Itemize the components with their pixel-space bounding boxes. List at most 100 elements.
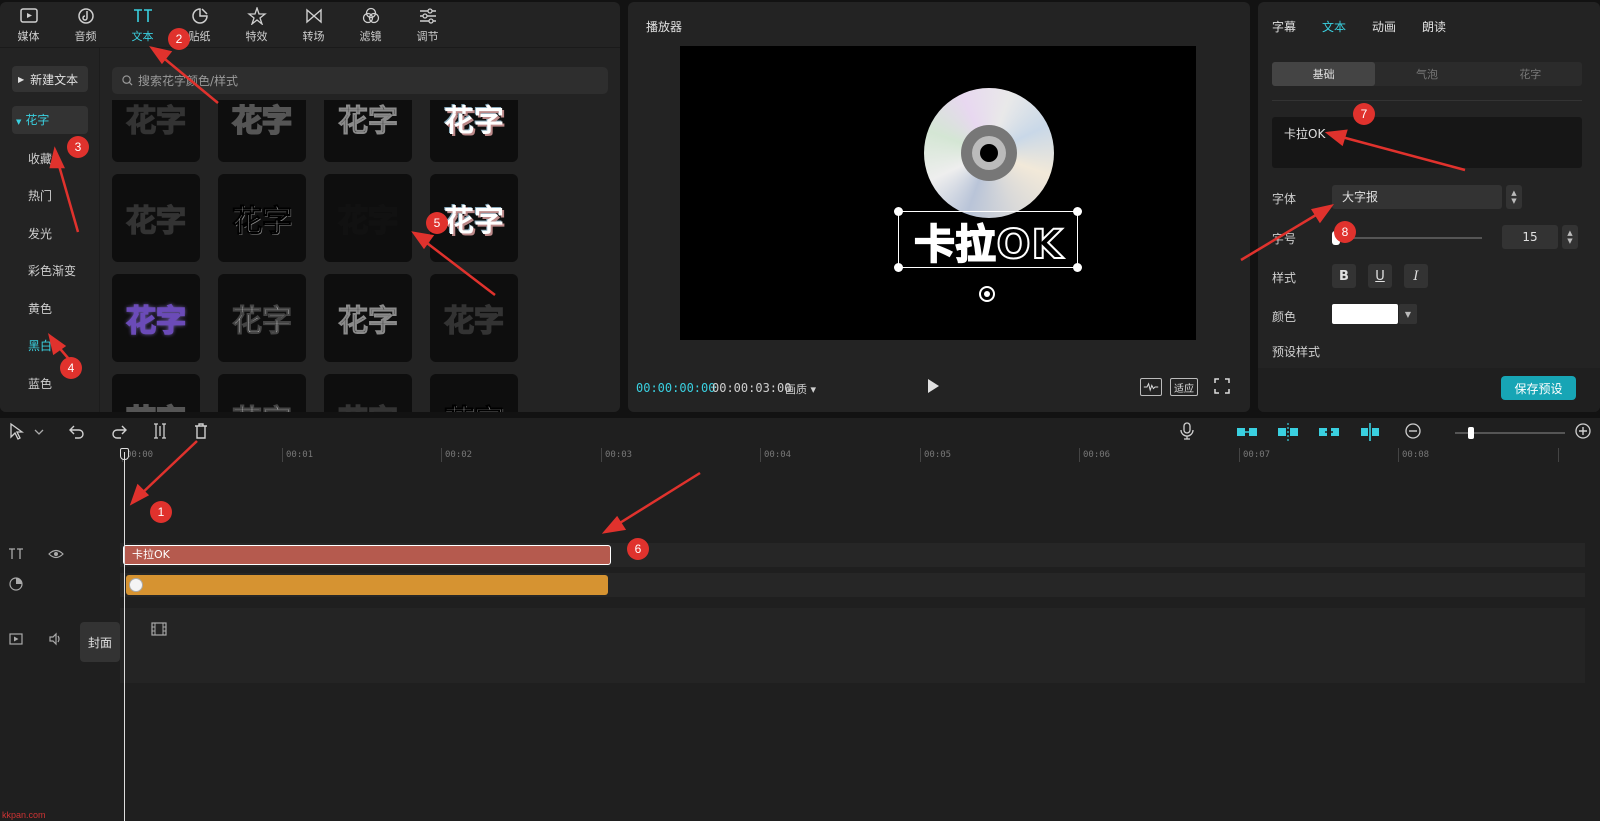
adjust-icon: [419, 7, 436, 24]
category-yellow[interactable]: 黄色: [12, 294, 88, 332]
waveform-icon[interactable]: [1140, 378, 1162, 396]
size-input[interactable]: 15: [1502, 225, 1558, 249]
delete-icon[interactable]: [192, 422, 210, 440]
redo-icon[interactable]: [110, 422, 128, 440]
size-label: 字号: [1272, 232, 1297, 246]
subtab-bubble[interactable]: 气泡: [1375, 62, 1478, 86]
category-huazi[interactable]: ▼ 花字: [12, 106, 88, 134]
filter-icon: [362, 7, 379, 23]
fullscreen-icon[interactable]: [1214, 378, 1230, 394]
film-strip-icon[interactable]: [151, 622, 167, 636]
quality-dropdown[interactable]: 画质 ▾: [785, 381, 816, 397]
tab-effects[interactable]: 特效: [228, 2, 285, 48]
style-thumb[interactable]: 花字: [218, 374, 306, 412]
style-thumb-selected[interactable]: 花字: [324, 174, 412, 262]
style-thumb[interactable]: 花字: [430, 274, 518, 362]
undo-icon[interactable]: [68, 422, 86, 440]
bold-button[interactable]: B: [1332, 264, 1356, 288]
category-popular[interactable]: 热门: [12, 181, 88, 219]
style-thumb[interactable]: 花字: [218, 100, 306, 162]
microphone-icon[interactable]: [1178, 422, 1196, 440]
annotation-badge: 1: [150, 501, 172, 523]
play-icon[interactable]: [926, 378, 940, 394]
audio-icon: [77, 7, 94, 24]
style-thumb[interactable]: 花字: [324, 274, 412, 362]
search-input[interactable]: 搜索花字颜色/样式: [112, 67, 608, 94]
style-thumb[interactable]: 花字: [218, 274, 306, 362]
text-selection-box[interactable]: 卡拉OK: [894, 207, 1082, 272]
annotation-badge: 5: [426, 212, 448, 234]
style-thumb[interactable]: 花字: [112, 100, 200, 162]
eye-icon[interactable]: [48, 547, 64, 561]
text-clip[interactable]: 卡拉OK: [123, 545, 611, 565]
video-track-icon: [9, 632, 23, 646]
style-thumb[interactable]: 花字: [112, 274, 200, 362]
chevron-down-icon[interactable]: [30, 422, 44, 440]
annotation-badge: 8: [1334, 221, 1356, 243]
resize-handle[interactable]: [1073, 207, 1082, 216]
tab-text[interactable]: 文本: [114, 2, 171, 48]
effect-clip[interactable]: [126, 575, 608, 595]
resize-handle[interactable]: [894, 207, 903, 216]
zoom-in-icon[interactable]: [1574, 422, 1592, 440]
style-thumb[interactable]: 花字: [112, 174, 200, 262]
tab-adjust[interactable]: 调节: [399, 2, 456, 48]
timeline-panel: 00:00 00:01 00:02 00:03 00:04 00:05 00:0…: [0, 418, 1600, 821]
tab-animation[interactable]: 动画: [1372, 18, 1396, 35]
style-label: 样式: [1272, 271, 1297, 285]
main-track-magnet-icon[interactable]: [1236, 422, 1258, 442]
subtab-huazi[interactable]: 花字: [1479, 62, 1582, 86]
video-canvas[interactable]: 卡拉OK: [680, 46, 1196, 340]
new-text-button[interactable]: ▶ 新建文本: [12, 66, 88, 92]
split-icon[interactable]: [151, 422, 169, 440]
font-stepper[interactable]: ▲ ▼: [1506, 185, 1522, 209]
sticker-icon: [191, 7, 208, 24]
tab-text-props[interactable]: 文本: [1322, 18, 1346, 35]
cover-button[interactable]: 封面: [80, 622, 120, 662]
style-thumb[interactable]: 花字: [324, 100, 412, 162]
auto-snap-icon[interactable]: [1277, 422, 1299, 442]
zoom-out-icon[interactable]: [1404, 422, 1422, 440]
underline-button[interactable]: U: [1368, 264, 1392, 288]
category-gradient[interactable]: 彩色渐变: [12, 256, 88, 294]
style-thumb[interactable]: 花字: [112, 374, 200, 412]
tab-media[interactable]: 媒体: [0, 2, 57, 48]
effect-track-icon: [9, 577, 23, 591]
tab-read-aloud[interactable]: 朗读: [1422, 18, 1446, 35]
caret-down-icon: ▾: [810, 383, 817, 396]
ruler-tick: 00:04: [764, 450, 792, 460]
tab-transition[interactable]: 转场: [285, 2, 342, 48]
rotate-icon[interactable]: [979, 286, 995, 302]
size-stepper[interactable]: ▲ ▼: [1562, 225, 1578, 249]
italic-button[interactable]: I: [1404, 264, 1428, 288]
tab-label: 贴纸: [188, 29, 211, 43]
text-content-field[interactable]: 卡拉OK: [1272, 117, 1582, 168]
zoom-slider-handle[interactable]: [1468, 427, 1474, 439]
tab-subtitle[interactable]: 字幕: [1272, 18, 1296, 35]
color-swatch[interactable]: [1332, 304, 1398, 324]
top-tabs: 媒体 音频 文本 贴纸 特效 转场 滤镜 调节: [0, 2, 620, 48]
save-preset-button[interactable]: 保存预设: [1501, 376, 1576, 400]
style-thumb[interactable]: 花字: [218, 174, 306, 262]
category-glow[interactable]: 发光: [12, 219, 88, 257]
fit-button[interactable]: 适应: [1170, 378, 1198, 396]
time-ruler[interactable]: 00:00 00:01 00:02 00:03 00:04 00:05 00:0…: [0, 448, 1600, 466]
divider: [1272, 100, 1582, 101]
link-clips-icon[interactable]: [1318, 422, 1340, 442]
resize-handle[interactable]: [1073, 263, 1082, 272]
tab-filter[interactable]: 滤镜: [342, 2, 399, 48]
style-thumb[interactable]: 花字: [430, 100, 518, 162]
preview-axis-icon[interactable]: [1359, 422, 1381, 442]
chevron-down-icon[interactable]: ▼: [1399, 304, 1417, 324]
speaker-icon[interactable]: [48, 632, 62, 646]
ruler-tick: 00:05: [924, 450, 952, 460]
resize-handle[interactable]: [894, 263, 903, 272]
tab-audio[interactable]: 音频: [57, 2, 114, 48]
playhead[interactable]: [124, 452, 125, 821]
font-select[interactable]: 大字报: [1332, 185, 1502, 209]
style-thumb[interactable]: 花字: [430, 374, 518, 412]
text-library-panel: 媒体 音频 文本 贴纸 特效 转场 滤镜 调节 ▶ 新建文本 ▼ 花字 收藏 热…: [0, 2, 620, 412]
subtab-basic[interactable]: 基础: [1272, 62, 1376, 86]
style-thumb[interactable]: 花字: [324, 374, 412, 412]
select-tool-icon[interactable]: [8, 422, 26, 440]
